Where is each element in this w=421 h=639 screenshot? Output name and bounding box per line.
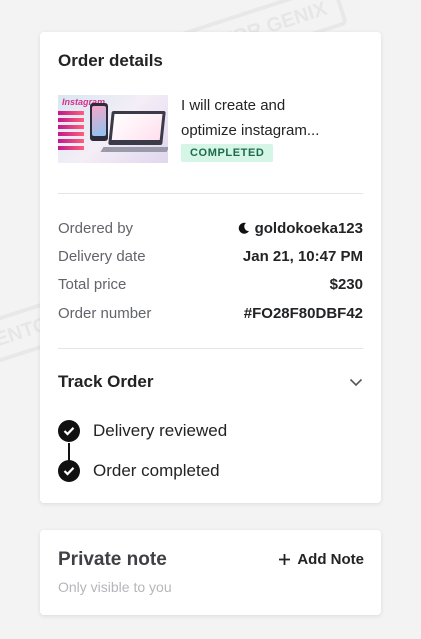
delivery-date-value: Jan 21, 10:47 PM	[242, 247, 363, 265]
status-badge: COMPLETED	[181, 144, 274, 162]
check-circle-icon	[58, 460, 80, 482]
order-details-card: Order details Instagram I will create an…	[40, 32, 381, 503]
track-order-title: Track Order	[58, 372, 154, 391]
order-number-row: Order number #FO28F80DBF42	[58, 303, 363, 323]
gig-title[interactable]: I will create and optimize instagram...	[181, 93, 366, 143]
moon-icon	[238, 222, 249, 234]
delivery-date-row: Delivery date Jan 21, 10:47 PM	[58, 246, 363, 266]
step-label: Order completed	[93, 461, 220, 480]
order-number-label: Order number	[58, 304, 152, 322]
private-note-card: Private note Only visible to you Add Not…	[40, 530, 381, 615]
divider	[58, 348, 363, 349]
add-note-button[interactable]: Add Note	[278, 551, 364, 568]
private-note-title: Private note	[58, 549, 167, 570]
order-details-title: Order details	[58, 51, 163, 70]
ordered-by-label: Ordered by	[58, 219, 134, 237]
total-price-row: Total price $230	[58, 274, 363, 294]
gig-title-line2: optimize instagram...	[181, 122, 320, 139]
gig-title-line1: I will create and	[181, 97, 286, 114]
divider	[58, 193, 363, 194]
private-note-subtitle: Only visible to you	[58, 579, 172, 595]
gig-thumbnail[interactable]: Instagram	[58, 95, 168, 163]
track-step-order-completed: Order completed	[58, 460, 220, 482]
ordered-by-row: Ordered by goldokoeka123	[58, 218, 363, 238]
add-note-label: Add Note	[297, 551, 364, 568]
total-price-label: Total price	[58, 275, 127, 293]
track-step-delivery-reviewed: Delivery reviewed	[58, 420, 227, 442]
chevron-down-icon[interactable]	[349, 377, 363, 387]
delivery-date-label: Delivery date	[58, 247, 146, 265]
check-circle-icon	[58, 420, 80, 442]
track-order-toggle[interactable]: Track Order	[58, 372, 363, 392]
order-number-value: #FO28F80DBF42	[243, 304, 363, 322]
total-price-value: $230	[329, 275, 363, 293]
ordered-by-value[interactable]: goldokoeka123	[238, 220, 363, 237]
step-label: Delivery reviewed	[93, 421, 228, 440]
plus-icon	[279, 554, 291, 565]
ordered-by-username: goldokoeka123	[254, 219, 363, 237]
